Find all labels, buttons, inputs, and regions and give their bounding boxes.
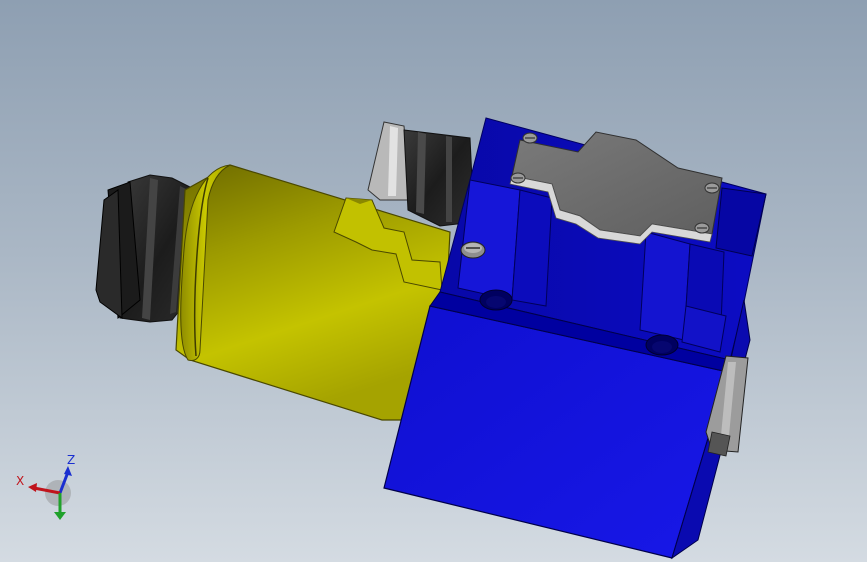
screw	[522, 132, 538, 144]
screw	[510, 172, 526, 184]
x-axis-label: X	[16, 474, 24, 488]
screw	[460, 241, 486, 259]
valve-3d-model[interactable]	[0, 0, 867, 562]
axis-triad: X Z	[16, 453, 75, 520]
rear-connector	[367, 121, 475, 227]
cad-viewport[interactable]: X Z	[0, 0, 867, 562]
screw	[704, 182, 720, 194]
z-axis-label: Z	[67, 453, 75, 467]
screw	[694, 222, 710, 234]
